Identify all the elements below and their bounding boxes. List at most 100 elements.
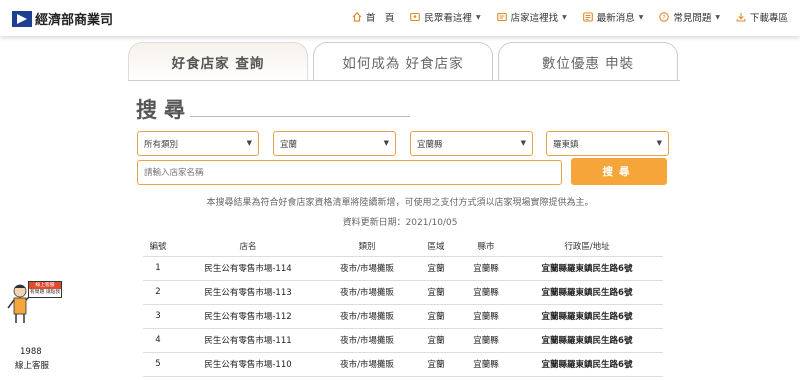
- cell-shop-name: 民生公有零售市場-111: [173, 328, 323, 353]
- col-number: 編號: [143, 236, 173, 257]
- cell-region: 宜蘭: [411, 352, 461, 377]
- nav-faq-label: 常見問題: [673, 13, 712, 24]
- col-category: 類別: [323, 236, 411, 257]
- nav-download[interactable]: 下載專區: [736, 10, 788, 24]
- county-value: 宜蘭縣: [417, 139, 443, 150]
- cell-address: 宜蘭縣羅東鎮民生路6號: [511, 352, 663, 377]
- cell-region: 宜蘭: [411, 328, 461, 353]
- heading-underline: [190, 116, 410, 117]
- search-heading: 搜尋: [136, 98, 192, 122]
- cell-shop-name: 民生公有零售市場-112: [173, 304, 323, 329]
- nav-public[interactable]: 民眾看這裡 ▼: [410, 10, 481, 24]
- category-value: 所有類別: [144, 139, 179, 150]
- col-shop-name: 店名: [173, 236, 323, 257]
- cell-county: 宜蘭縣: [461, 328, 511, 353]
- area-select[interactable]: 宜蘭 ▼: [273, 131, 396, 156]
- sign-bottom-text: 有問題 請點我: [29, 290, 61, 295]
- cell-region: 宜蘭: [411, 256, 461, 281]
- cell-address: 宜蘭縣羅東鎮民生路6號: [511, 328, 663, 353]
- cell-category: 夜市/市場攤販: [323, 328, 411, 353]
- cell-address: 宜蘭縣羅東鎮民生路6號: [511, 304, 663, 329]
- shop-icon: [496, 12, 507, 22]
- tab-divider: [128, 80, 680, 81]
- logo[interactable]: 經濟部商業司: [12, 9, 113, 28]
- cell-category: 夜市/市場攤販: [323, 304, 411, 329]
- cell-region: 宜蘭: [411, 304, 461, 329]
- online-service-widget[interactable]: 線上客服 有問題 請點我 1988 線上客服: [0, 278, 75, 378]
- table-row[interactable]: 5 民生公有零售市場-110 夜市/市場攤販 宜蘭 宜蘭縣 宜蘭縣羅東鎮民生路6…: [143, 352, 663, 377]
- cell-number: 3: [143, 304, 173, 329]
- home-icon: [352, 12, 362, 22]
- col-county: 縣市: [461, 236, 511, 257]
- cell-number: 4: [143, 328, 173, 353]
- main-nav: 首 頁 民眾看這裡 ▼ 店家這裡找 ▼ 最新消息 ▼ ? 常見問題 ▼ 下載專區: [336, 10, 788, 24]
- cell-shop-name: 民生公有零售市場-113: [173, 280, 323, 305]
- cell-address: 宜蘭縣羅東鎮民生路6號: [511, 256, 663, 281]
- cell-number: 2: [143, 280, 173, 305]
- cell-address: 宜蘭縣羅東鎮民生路6號: [511, 280, 663, 305]
- col-region: 區域: [411, 236, 461, 257]
- category-select[interactable]: 所有類別 ▼: [137, 131, 259, 156]
- nav-public-label: 民眾看這裡: [424, 13, 472, 24]
- question-icon: ?: [659, 12, 670, 22]
- sign-top-text: 線上客服: [29, 282, 61, 289]
- county-select[interactable]: 宜蘭縣 ▼: [410, 131, 533, 156]
- nav-shops-label: 店家這裡找: [510, 13, 559, 24]
- table-row[interactable]: 3 民生公有零售市場-112 夜市/市場攤販 宜蘭 宜蘭縣 宜蘭縣羅東鎮民生路6…: [143, 304, 663, 329]
- nav-home[interactable]: 首 頁: [352, 10, 395, 24]
- tab-bar: 好食店家 查詢 如何成為 好食店家 數位優惠 申裝: [128, 42, 680, 82]
- cell-region: 宜蘭: [411, 280, 461, 305]
- area-value: 宜蘭: [280, 139, 298, 150]
- chevron-down-icon: ▼: [520, 139, 526, 147]
- site-header: 經濟部商業司 首 頁 民眾看這裡 ▼ 店家這裡找 ▼ 最新消息 ▼ ? 常見問題…: [0, 0, 800, 36]
- download-icon: [736, 13, 746, 22]
- table-row[interactable]: 4 民生公有零售市場-111 夜市/市場攤販 宜蘭 宜蘭縣 宜蘭縣羅東鎮民生路6…: [143, 328, 663, 353]
- nav-news-label: 最新消息: [596, 13, 635, 24]
- cell-category: 夜市/市場攤販: [323, 280, 411, 305]
- chevron-down-icon: ▼: [638, 13, 644, 21]
- cell-county: 宜蘭縣: [461, 304, 511, 329]
- cell-number: 5: [143, 352, 173, 377]
- service-sign: 線上客服 有問題 請點我: [28, 281, 62, 298]
- service-number: 1988: [20, 347, 42, 357]
- service-label: 線上客服: [15, 361, 50, 371]
- svg-text:?: ?: [663, 13, 666, 21]
- nav-download-label: 下載專區: [749, 13, 788, 24]
- cell-county: 宜蘭縣: [461, 256, 511, 281]
- chevron-down-icon: ▼: [475, 13, 481, 21]
- district-value: 羅東鎮: [553, 139, 579, 150]
- tab-digital-offer[interactable]: 數位優惠 申裝: [498, 42, 678, 80]
- cell-county: 宜蘭縣: [461, 352, 511, 377]
- results-table: 編號 店名 類別 區域 縣市 行政區/地址 1 民生公有零售市場-114 夜市/…: [143, 236, 663, 377]
- col-address: 行政區/地址: [511, 236, 663, 257]
- chevron-down-icon: ▼: [246, 139, 252, 147]
- cell-county: 宜蘭縣: [461, 280, 511, 305]
- district-select[interactable]: 羅東鎮 ▼: [546, 131, 669, 156]
- chevron-down-icon: ▼: [715, 13, 720, 21]
- nav-home-label: 首 頁: [365, 13, 395, 24]
- chevron-down-icon: ▼: [383, 139, 389, 147]
- people-icon: [410, 12, 421, 22]
- cell-number: 1: [143, 256, 173, 281]
- search-note: 本搜尋結果為符合好食店家資格清單將陸續新增，可使用之支付方式須以店家現場實際提供…: [206, 198, 594, 208]
- tab-shop-search[interactable]: 好食店家 查詢: [128, 42, 308, 80]
- search-button[interactable]: 搜尋: [571, 158, 667, 185]
- logo-text: 經濟部商業司: [35, 13, 114, 28]
- logo-icon: [12, 10, 32, 27]
- table-row[interactable]: 1 民生公有零售市場-114 夜市/市場攤販 宜蘭 宜蘭縣 宜蘭縣羅東鎮民生路6…: [143, 256, 663, 281]
- cell-category: 夜市/市場攤販: [323, 256, 411, 281]
- cell-shop-name: 民生公有零售市場-114: [173, 256, 323, 281]
- news-icon: [582, 12, 593, 22]
- chevron-down-icon: ▼: [562, 13, 567, 21]
- tab-become-shop[interactable]: 如何成為 好食店家: [313, 42, 493, 80]
- chevron-down-icon: ▼: [656, 139, 662, 147]
- shop-name-input[interactable]: [137, 160, 562, 185]
- update-date: 資料更新日期：2021/10/05: [342, 218, 458, 228]
- table-header-row: 編號 店名 類別 區域 縣市 行政區/地址: [143, 236, 663, 257]
- cell-category: 夜市/市場攤販: [323, 352, 411, 377]
- cell-shop-name: 民生公有零售市場-110: [173, 352, 323, 377]
- nav-faq[interactable]: ? 常見問題 ▼: [659, 10, 720, 24]
- nav-news[interactable]: 最新消息 ▼: [582, 10, 644, 24]
- table-row[interactable]: 2 民生公有零售市場-113 夜市/市場攤販 宜蘭 宜蘭縣 宜蘭縣羅東鎮民生路6…: [143, 280, 663, 305]
- nav-shops[interactable]: 店家這裡找 ▼: [496, 10, 567, 24]
